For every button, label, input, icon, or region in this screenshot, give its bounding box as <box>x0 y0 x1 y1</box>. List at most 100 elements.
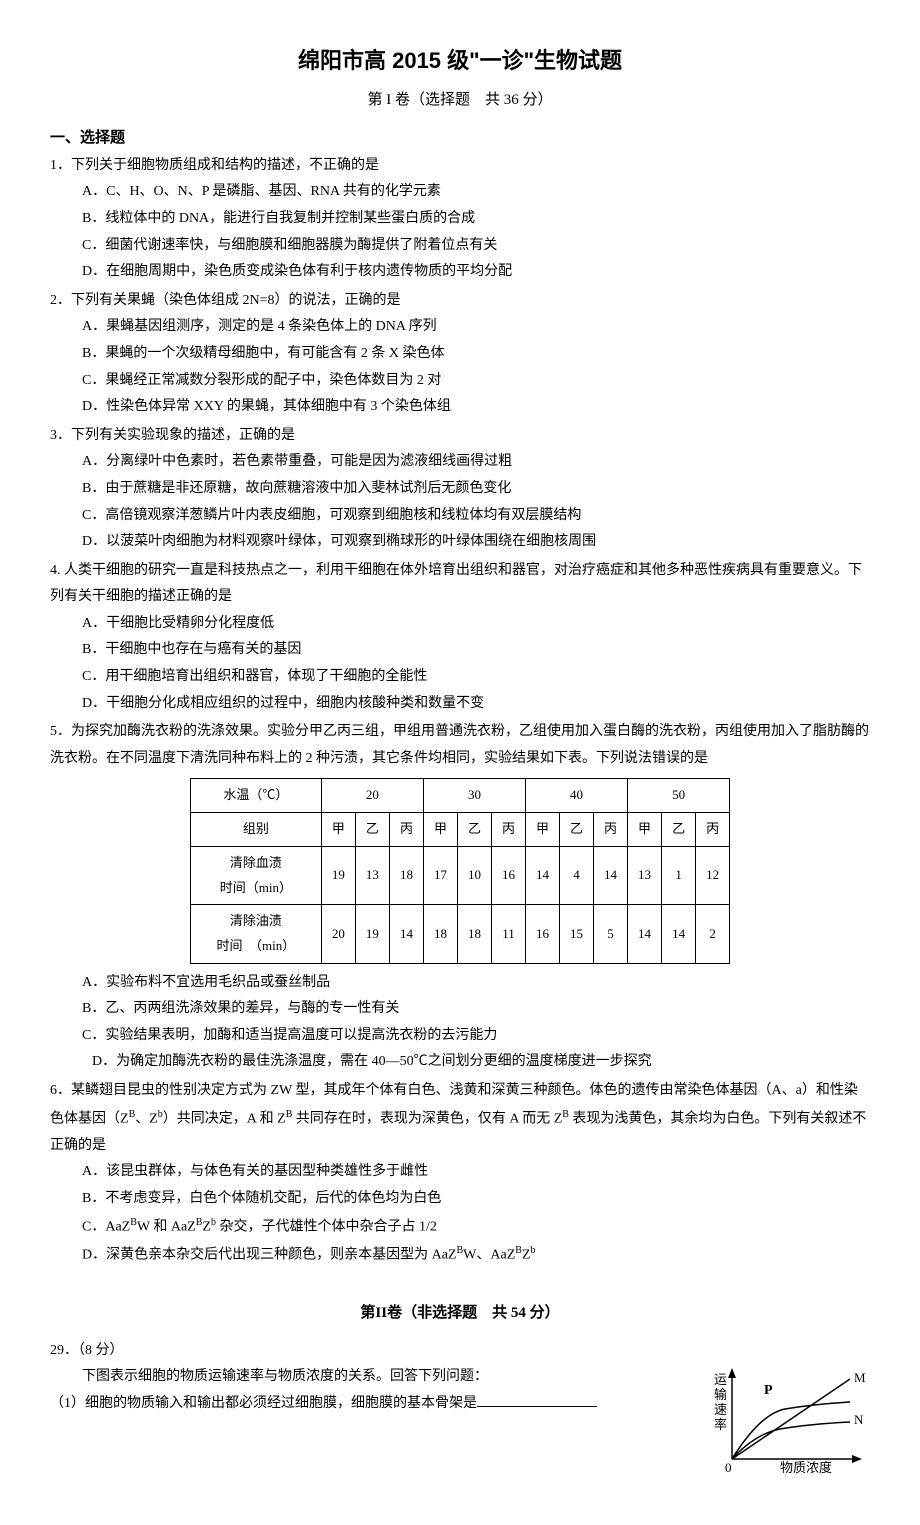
question-29: 29．（8 分） 下图表示细胞的物质运输速率与物质浓度的关系。回答下列问题： （… <box>50 1338 870 1485</box>
th-30: 30 <box>423 779 525 813</box>
q29-number: 29．（8 分） <box>50 1338 870 1365</box>
label-m: M <box>854 1370 866 1385</box>
cell: 4 <box>560 846 594 904</box>
row1-label: 清除血渍时间（min） <box>190 846 321 904</box>
q3-option-c: C．高倍镜观察洋葱鳞片叶内表皮细胞，可观察到细胞核和线粒体均有双层膜结构 <box>50 503 870 530</box>
cell: 18 <box>423 905 457 963</box>
q1-option-c: C．细菌代谢速率快，与细胞膜和细胞器膜为酶提供了附着位点有关 <box>50 233 870 260</box>
q6-option-d: D．深黄色亲本杂交后代出现三种颜色，则亲本基因型为 AaZBW、AaZBZb <box>50 1241 870 1269</box>
cell: 12 <box>696 846 730 904</box>
g: 丙 <box>491 813 525 847</box>
g: 丙 <box>594 813 628 847</box>
g: 乙 <box>560 813 594 847</box>
subtitle: 第 I 卷（选择题 共 36 分） <box>50 86 870 115</box>
q29-intro: 下图表示细胞的物质运输速率与物质浓度的关系。回答下列问题： <box>50 1364 700 1391</box>
cell: 18 <box>457 905 491 963</box>
cell: 14 <box>526 846 560 904</box>
g: 甲 <box>423 813 457 847</box>
g: 乙 <box>457 813 491 847</box>
cell: 14 <box>594 846 628 904</box>
label-p: P <box>764 1383 773 1398</box>
q6-option-b: B．不考虑变异，白色个体随机交配，后代的体色均为白色 <box>50 1186 870 1213</box>
cell: 20 <box>321 905 355 963</box>
q4-stem: 4. 人类干细胞的研究一直是科技热点之一，利用干细胞在体外培育出组织和器官，对治… <box>50 558 870 611</box>
question-4: 4. 人类干细胞的研究一直是科技热点之一，利用干细胞在体外培育出组织和器官，对治… <box>50 558 870 718</box>
q3-stem: 3．下列有关实验现象的描述，正确的是 <box>50 423 870 450</box>
q2-option-c: C．果蝇经正常减数分裂形成的配子中，染色体数目为 2 对 <box>50 368 870 395</box>
question-5: 5．为探究加酶洗衣粉的洗涤效果。实验分甲乙丙三组，甲组用普通洗衣粉，乙组使用加入… <box>50 719 870 1076</box>
ylabel-1: 运 <box>714 1372 727 1387</box>
xlabel: 物质浓度 <box>780 1460 832 1474</box>
data-table: 水温（℃） 20 30 40 50 组别 甲 乙 丙 甲 乙 丙 甲 乙 丙 甲… <box>190 778 730 963</box>
q6-stem: 6．某鳞翅目昆虫的性别决定方式为 ZW 型，其成年个体有白色、浅黄和深黄三种颜色… <box>50 1078 870 1159</box>
cell: 13 <box>628 846 662 904</box>
question-3: 3．下列有关实验现象的描述，正确的是 A．分离绿叶中色素时，若色素带重叠，可能是… <box>50 423 870 556</box>
th-temp: 水温（℃） <box>190 779 321 813</box>
question-2: 2．下列有关果蝇（染色体组成 2N=8）的说法，正确的是 A．果蝇基因组测序，测… <box>50 288 870 421</box>
cell: 14 <box>389 905 423 963</box>
q5-option-d: D．为确定加酶洗衣粉的最佳洗涤温度，需在 40—50℃之间划分更细的温度梯度进一… <box>50 1049 870 1076</box>
origin: 0 <box>725 1460 732 1474</box>
svg-text:率: 率 <box>714 1417 727 1432</box>
q6-option-a: A．该昆虫群体，与体色有关的基因型种类雄性多于雌性 <box>50 1159 870 1186</box>
th-20: 20 <box>321 779 423 813</box>
q5-option-c: C．实验结果表明，加酶和适当提高温度可以提高洗衣粉的去污能力 <box>50 1023 870 1050</box>
cell: 15 <box>560 905 594 963</box>
svg-text:速: 速 <box>714 1402 727 1417</box>
q5-option-a: A．实验布料不宜选用毛织品或蚕丝制品 <box>50 970 870 997</box>
q1-stem: 1．下列关于细胞物质组成和结构的描述，不正确的是 <box>50 153 870 180</box>
q1-option-a: A．C、H、O、N、P 是磷脂、基因、RNA 共有的化学元素 <box>50 179 870 206</box>
g: 丙 <box>389 813 423 847</box>
th-40: 40 <box>526 779 628 813</box>
cell: 14 <box>662 905 696 963</box>
svg-text:输: 输 <box>714 1387 727 1402</box>
g: 甲 <box>321 813 355 847</box>
g: 甲 <box>628 813 662 847</box>
cell: 13 <box>355 846 389 904</box>
q4-option-d: D．干细胞分化成相应组织的过程中，细胞内核酸种类和数量不变 <box>50 691 870 718</box>
g: 乙 <box>662 813 696 847</box>
chart-diagram: 运 输 速 率 P M N 0 物质浓度 <box>710 1364 870 1485</box>
q2-stem: 2．下列有关果蝇（染色体组成 2N=8）的说法，正确的是 <box>50 288 870 315</box>
q4-option-a: A．干细胞比受精卵分化程度低 <box>50 611 870 638</box>
th-50: 50 <box>628 779 730 813</box>
section-1-header: 一、选择题 <box>50 124 870 153</box>
label-n: N <box>854 1412 864 1427</box>
cell: 11 <box>491 905 525 963</box>
cell: 19 <box>321 846 355 904</box>
q2-option-a: A．果蝇基因组测序，测定的是 4 条染色体上的 DNA 序列 <box>50 314 870 341</box>
cell: 16 <box>491 846 525 904</box>
q3-option-b: B．由于蔗糖是非还原糖，故向蔗糖溶液中加入斐林试剂后无颜色变化 <box>50 476 870 503</box>
q29-part1: （1）细胞的物质输入和输出都必须经过细胞膜，细胞膜的基本骨架是 <box>50 1391 700 1418</box>
q2-option-d: D．性染色体异常 XXY 的果蝇，其体细胞中有 3 个染色体组 <box>50 394 870 421</box>
cell: 2 <box>696 905 730 963</box>
section-2-header: 第II卷（非选择题 共 54 分） <box>50 1299 870 1328</box>
exam-title: 绵阳市高 2015 级"一诊"生物试题 <box>50 40 870 82</box>
cell: 16 <box>526 905 560 963</box>
th-group: 组别 <box>190 813 321 847</box>
q5-option-b: B．乙、丙两组洗涤效果的差异，与酶的专一性有关 <box>50 996 870 1023</box>
cell: 1 <box>662 846 696 904</box>
cell: 14 <box>628 905 662 963</box>
question-6: 6．某鳞翅目昆虫的性别决定方式为 ZW 型，其成年个体有白色、浅黄和深黄三种颜色… <box>50 1078 870 1269</box>
cell: 19 <box>355 905 389 963</box>
g: 乙 <box>355 813 389 847</box>
q4-option-c: C．用干细胞培育出组织和器官，体现了干细胞的全能性 <box>50 664 870 691</box>
cell: 18 <box>389 846 423 904</box>
cell: 5 <box>594 905 628 963</box>
q1-option-b: B．线粒体中的 DNA，能进行自我复制并控制某些蛋白质的合成 <box>50 206 870 233</box>
q3-option-a: A．分离绿叶中色素时，若色素带重叠，可能是因为滤液细线画得过粗 <box>50 449 870 476</box>
question-1: 1．下列关于细胞物质组成和结构的描述，不正确的是 A．C、H、O、N、P 是磷脂… <box>50 153 870 286</box>
cell: 10 <box>457 846 491 904</box>
g: 丙 <box>696 813 730 847</box>
blank-fill <box>477 1392 597 1407</box>
q3-option-d: D．以菠菜叶肉细胞为材料观察叶绿体，可观察到椭球形的叶绿体围绕在细胞核周围 <box>50 529 870 556</box>
q6-option-c: C．AaZBW 和 AaZBZb 杂交，子代雄性个体中杂合子占 1/2 <box>50 1213 870 1241</box>
q2-option-b: B．果蝇的一个次级精母细胞中，有可能含有 2 条 X 染色体 <box>50 341 870 368</box>
q1-option-d: D．在细胞周期中，染色质变成染色体有利于核内遗传物质的平均分配 <box>50 259 870 286</box>
cell: 17 <box>423 846 457 904</box>
q4-option-b: B．干细胞中也存在与癌有关的基因 <box>50 637 870 664</box>
g: 甲 <box>526 813 560 847</box>
q5-stem: 5．为探究加酶洗衣粉的洗涤效果。实验分甲乙丙三组，甲组用普通洗衣粉，乙组使用加入… <box>50 719 870 772</box>
row2-label: 清除油渍时间 （min） <box>190 905 321 963</box>
